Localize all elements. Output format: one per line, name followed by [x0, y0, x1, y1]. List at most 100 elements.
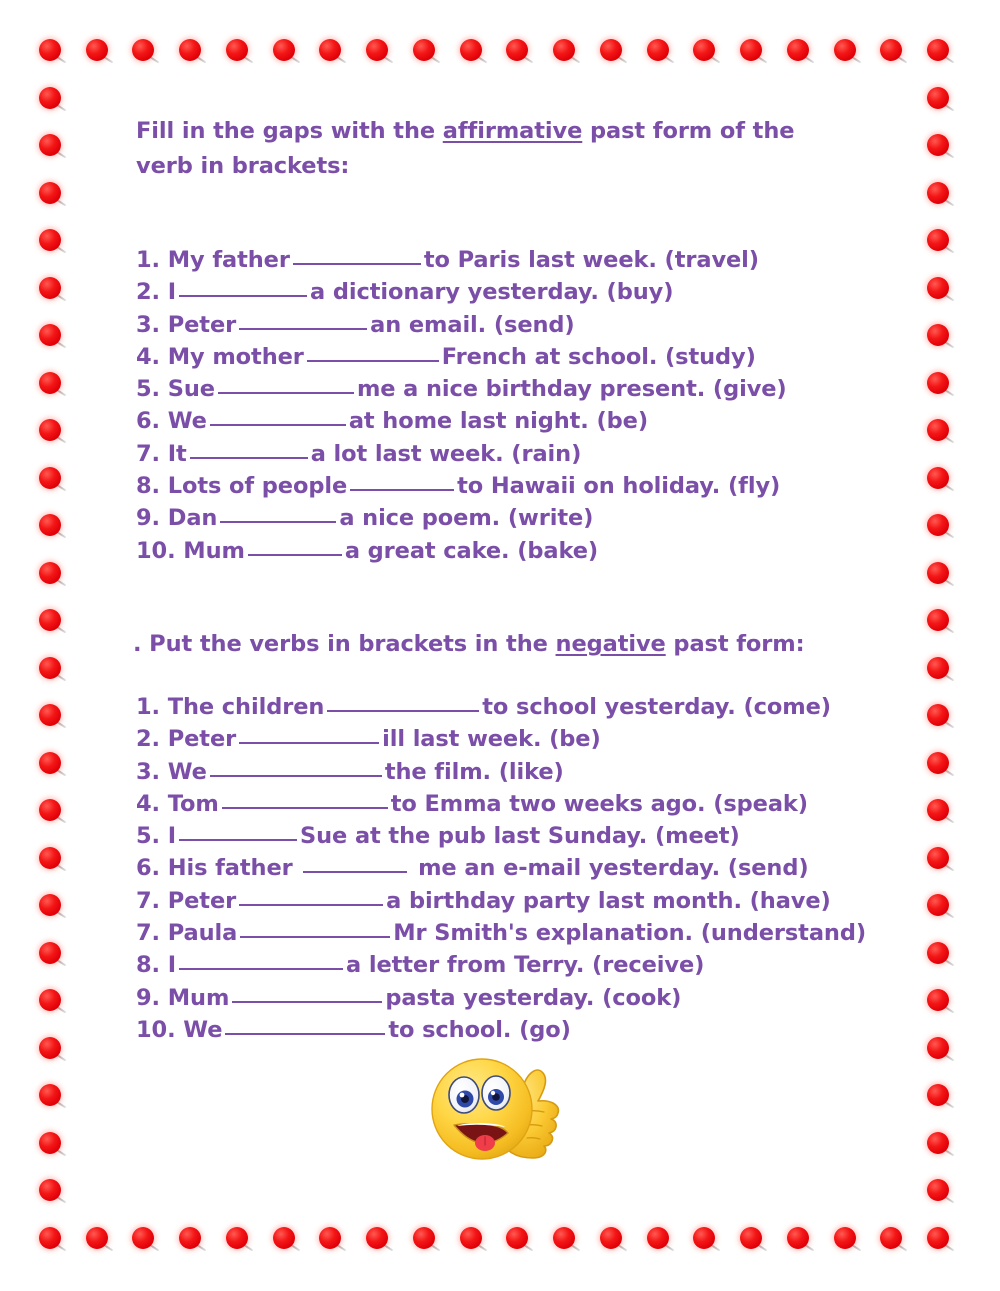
pushpin-icon	[927, 371, 955, 397]
pushpin-icon	[39, 561, 67, 587]
pushpin-needle	[754, 54, 768, 64]
pushpin-head	[319, 39, 342, 61]
item-text-before-gap: I	[160, 823, 177, 850]
worksheet-item: 3. Peter an email. (send)	[136, 309, 926, 341]
pushpin-needle	[847, 1242, 861, 1252]
pushpin-needle	[100, 54, 114, 64]
item-text-after-gap: to Emma two weeks ago. (speak)	[390, 790, 808, 817]
worksheet-item: 6. We at home last night. (be)	[136, 405, 926, 437]
pushpin-head	[459, 39, 482, 61]
exercise-2-instruction-after: past form:	[665, 631, 805, 657]
item-text-before-gap: My mother	[160, 343, 304, 370]
pushpin-needle	[941, 54, 955, 64]
pushpin-needle	[661, 1242, 674, 1252]
pushpin-head	[225, 39, 248, 61]
pushpin-head	[927, 989, 949, 1012]
item-text-before-gap: My father	[160, 247, 290, 273]
answer-blank[interactable]	[220, 521, 337, 524]
pushpin-head	[927, 751, 949, 774]
answer-blank[interactable]	[240, 936, 391, 939]
pushpin-needle	[941, 909, 955, 919]
pushpin-needle	[941, 291, 955, 302]
answer-blank[interactable]	[327, 710, 480, 712]
pushpin-head	[39, 704, 61, 727]
pushpin-icon	[459, 39, 487, 64]
pushpin-icon	[927, 324, 955, 349]
answer-blank[interactable]	[239, 327, 368, 330]
pushpin-head	[39, 1227, 61, 1249]
pushpin-needle	[380, 54, 394, 64]
answer-blank[interactable]	[247, 553, 342, 556]
pushpin-icon	[833, 1227, 861, 1252]
item-text-before-gap: Lots of people	[160, 473, 348, 500]
answer-blank[interactable]	[189, 456, 308, 459]
item-number: 7.	[136, 920, 161, 947]
pushpin-icon	[927, 181, 955, 207]
answer-blank[interactable]	[303, 871, 408, 874]
pushpin-head	[85, 1227, 108, 1249]
pushpin-head	[693, 1227, 716, 1249]
pushpin-icon	[272, 1227, 300, 1252]
answer-blank[interactable]	[209, 424, 346, 427]
pushpin-icon	[740, 1227, 768, 1252]
pushpin-needle	[941, 957, 955, 967]
answer-blank[interactable]	[225, 1032, 386, 1035]
pushpin-needle	[53, 291, 67, 302]
pushpin-head	[412, 39, 435, 61]
pushpin-needle	[614, 1242, 628, 1252]
pushpin-icon	[39, 1131, 67, 1157]
pushpin-needle	[941, 196, 955, 207]
worksheet-item: 2. Ia dictionary yesterday. (buy)	[136, 276, 926, 308]
pushpin-needle	[53, 1194, 67, 1204]
pushpin-head	[740, 1227, 763, 1249]
pushpin-needle	[53, 1242, 67, 1252]
pushpin-needle	[894, 54, 908, 64]
answer-blank[interactable]	[179, 839, 298, 842]
pushpin-icon	[927, 1131, 955, 1157]
pushpin-icon	[39, 799, 67, 824]
pushpin-head	[366, 1227, 389, 1249]
answer-blank[interactable]	[179, 295, 308, 298]
pushpin-head	[132, 39, 155, 61]
item-number: 4.	[136, 343, 161, 370]
pushpin-icon	[39, 134, 67, 159]
answer-blank[interactable]	[221, 806, 388, 809]
pushpin-head	[39, 1084, 61, 1107]
pushpin-needle	[53, 54, 67, 64]
pushpin-head	[927, 1131, 949, 1154]
item-number: 6.	[136, 855, 161, 882]
pushpin-icon	[927, 609, 955, 634]
pushpin-head	[39, 86, 61, 109]
pushpin-icon	[506, 39, 534, 64]
answer-blank[interactable]	[217, 392, 354, 395]
pushpin-icon	[880, 39, 908, 64]
item-text-before-gap: Mum	[175, 537, 245, 564]
pushpin-needle	[53, 1147, 67, 1157]
exercise-1-instruction: Fill in the gaps with the affirmative pa…	[136, 114, 856, 184]
pushpin-icon	[39, 39, 67, 64]
answer-blank[interactable]	[239, 742, 380, 745]
pushpin-head	[927, 39, 949, 61]
answer-blank[interactable]	[232, 1000, 383, 1003]
exercise-1-instruction-before: Fill in the gaps with the	[136, 118, 443, 144]
answer-blank[interactable]	[179, 968, 344, 971]
item-text-before-gap: Tom	[160, 790, 219, 817]
pushpin-icon	[927, 561, 955, 587]
pushpin-needle	[333, 54, 347, 64]
answer-blank[interactable]	[209, 774, 382, 777]
item-text-after-gap: a lot last week. (rain)	[310, 440, 582, 467]
pushpin-needle	[941, 624, 955, 634]
answer-blank[interactable]	[239, 903, 384, 906]
pushpin-needle	[941, 1242, 955, 1252]
worksheet-item: 5. I Sue at the pub last Sunday. (meet)	[136, 820, 926, 852]
pushpin-icon	[225, 39, 254, 64]
pushpin-needle	[240, 1242, 254, 1252]
pushpin-head	[179, 39, 202, 61]
item-text-before-gap: Sue	[160, 376, 215, 403]
answer-blank[interactable]	[306, 359, 439, 362]
item-text-before-gap: I	[160, 279, 177, 306]
answer-blank[interactable]	[292, 263, 421, 265]
pushpin-needle	[333, 1242, 347, 1252]
answer-blank[interactable]	[350, 489, 455, 492]
item-number: 1.	[136, 247, 161, 273]
